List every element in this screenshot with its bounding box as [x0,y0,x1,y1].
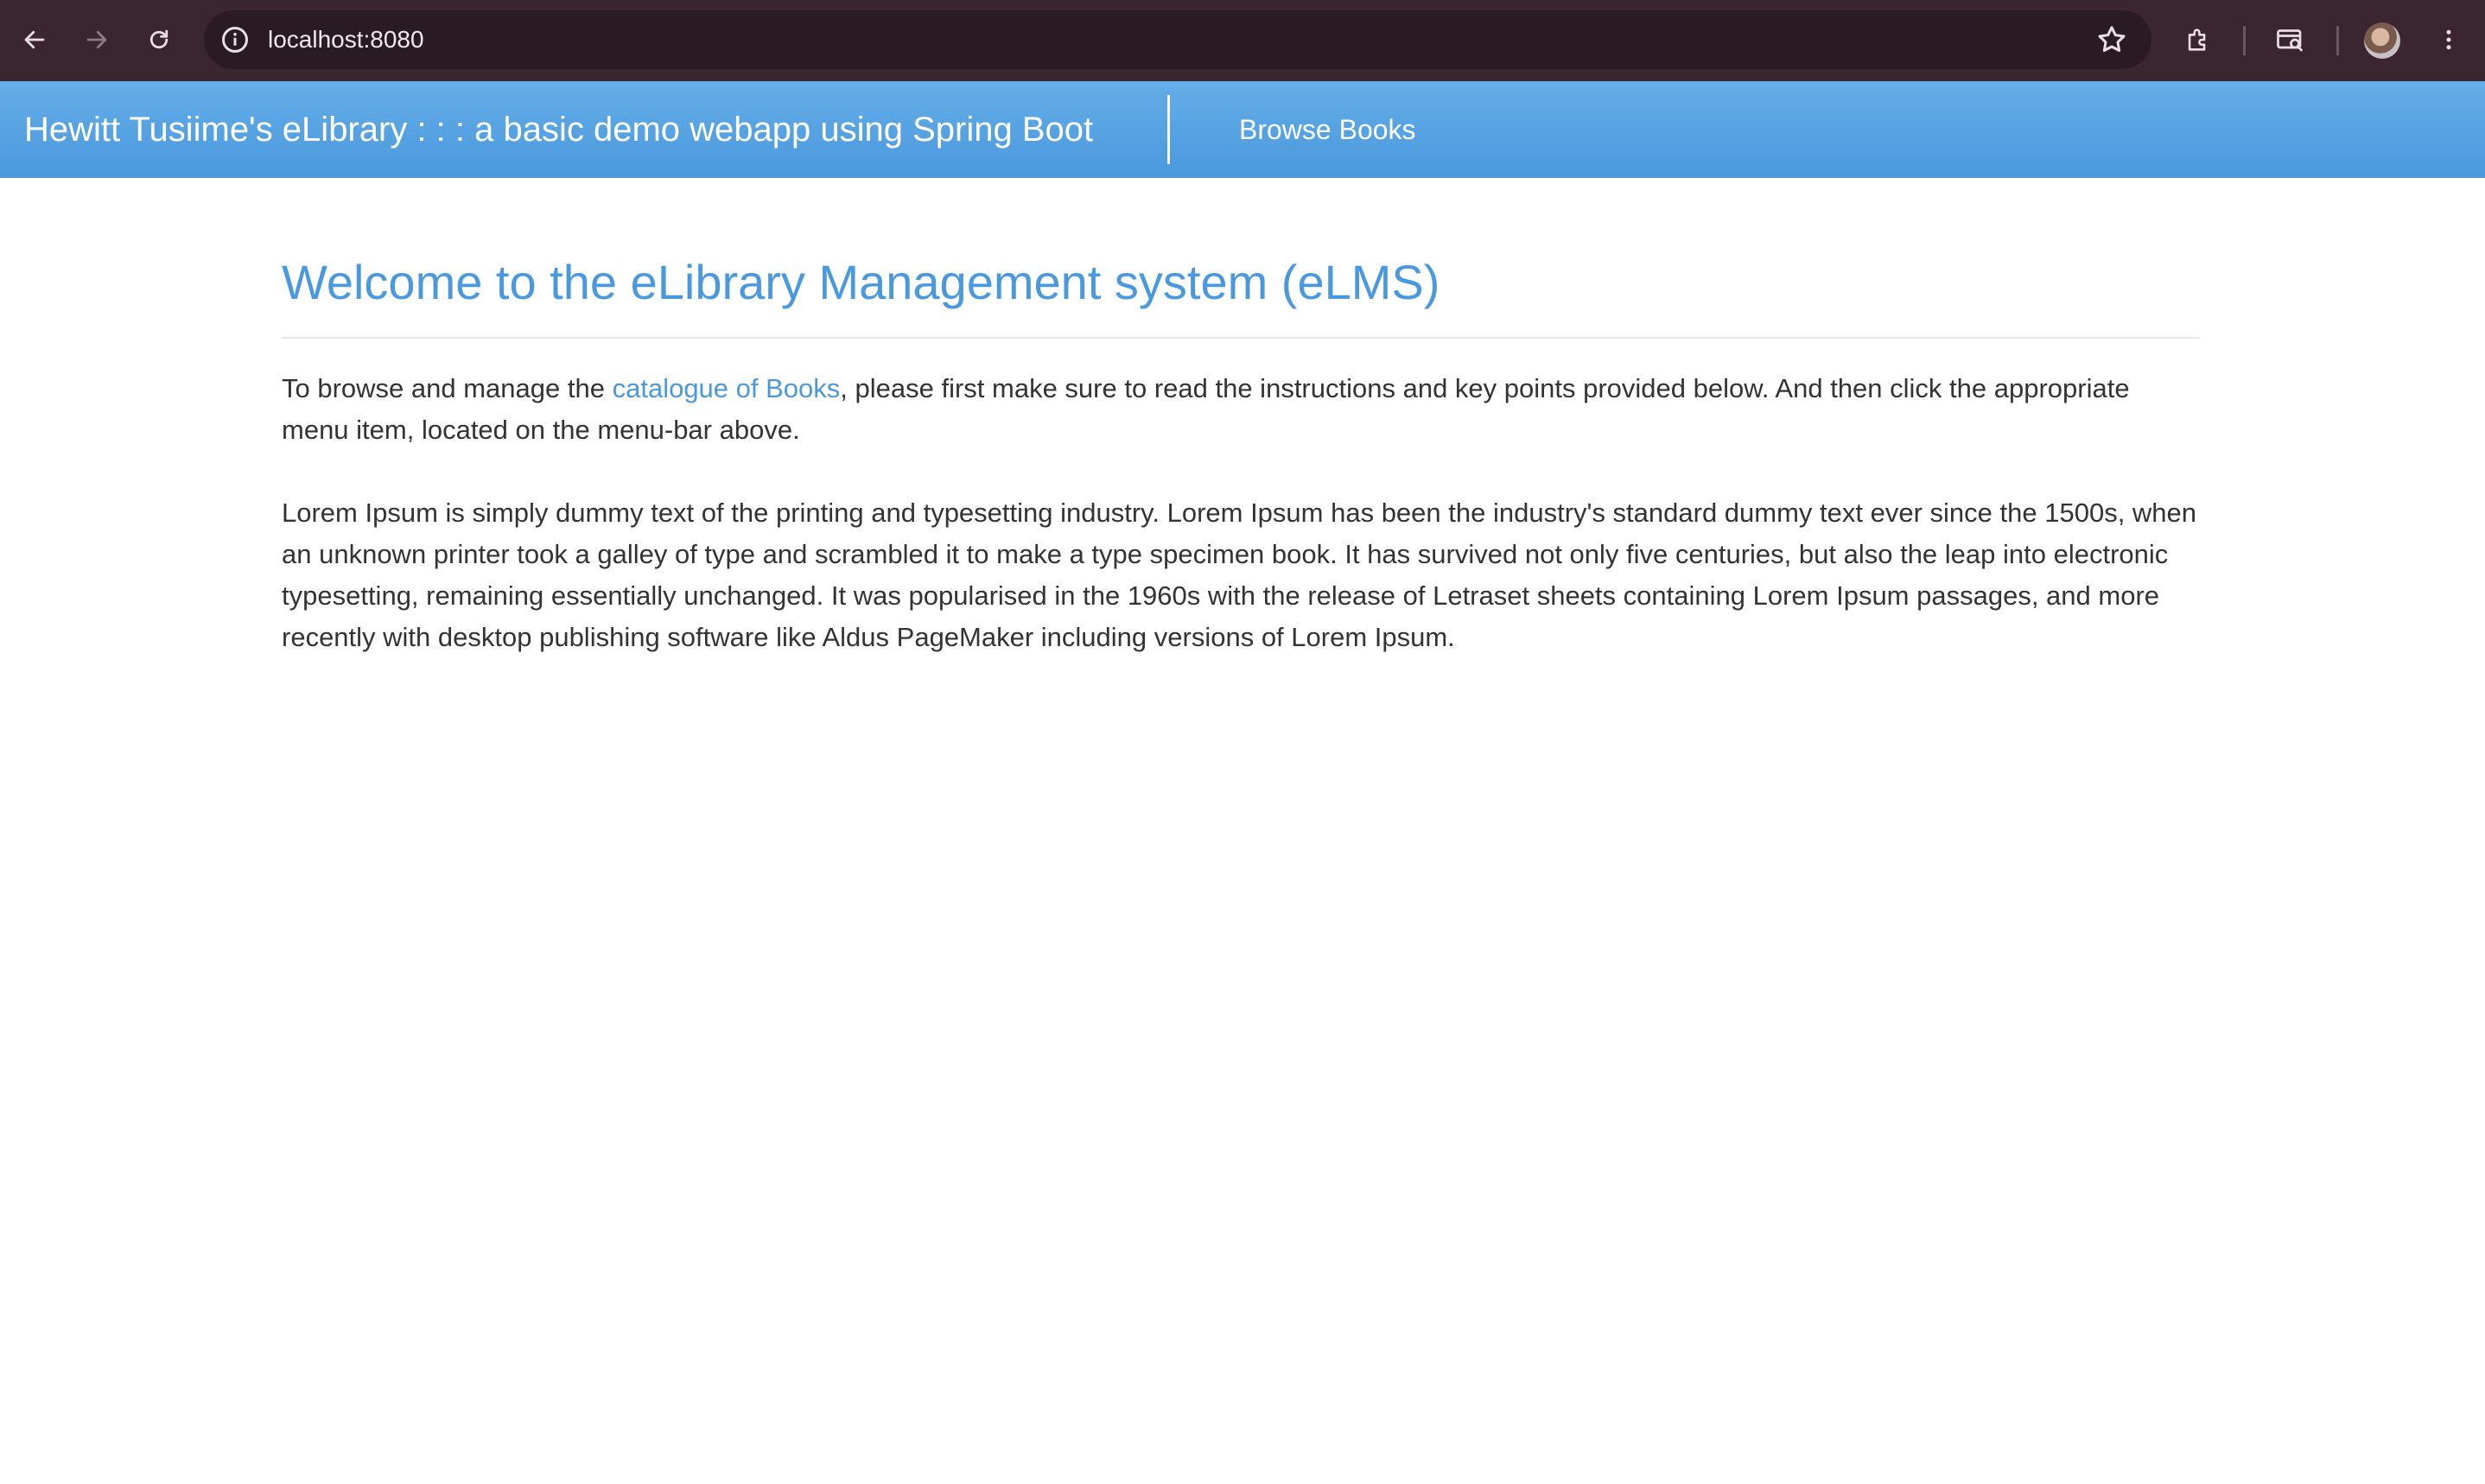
page-title: Welcome to the eLibrary Management syste… [282,255,1440,309]
title-divider [282,337,2200,339]
extensions-button[interactable] [2177,19,2219,60]
back-button[interactable] [14,19,55,60]
more-vertical-icon [2446,29,2451,50]
puzzle-icon [2188,29,2206,51]
app-brand[interactable]: Hewitt Tusiime's eLibrary : : : a basic … [24,81,1093,178]
profile-avatar[interactable] [2364,22,2400,59]
toolbar-separator [2336,26,2339,55]
catalogue-link[interactable]: catalogue of Books [613,373,841,403]
browser-toolbar: localhost:8080 [0,0,2485,81]
app-menu-bar: Hewitt Tusiime's eLibrary : : : a basic … [0,81,2485,178]
forward-button[interactable] [76,19,118,60]
arrow-right-icon [86,30,107,49]
site-info-icon[interactable] [219,24,251,55]
lorem-paragraph: Lorem Ipsum is simply dummy text of the … [282,498,2197,652]
tab-search-button[interactable] [2269,19,2310,60]
menu-divider [1167,95,1170,164]
toolbar-separator [2243,26,2246,55]
intro-paragraph: To browse and manage the catalogue of Bo… [282,368,2200,451]
browser-menu-button[interactable] [2428,19,2469,60]
bookmark-star-icon[interactable] [2094,22,2129,57]
intro-text-before: To browse and manage the [282,373,613,403]
url-text[interactable]: localhost:8080 [268,10,424,69]
nav-browse-books[interactable]: Browse Books [1239,81,1416,178]
reload-button[interactable] [138,19,180,60]
arrow-left-icon [24,30,45,49]
address-bar[interactable]: localhost:8080 [204,10,2151,69]
tab-search-icon [2277,29,2303,52]
main-content: Welcome to the eLibrary Management syste… [282,178,2200,658]
reload-icon [149,29,168,49]
